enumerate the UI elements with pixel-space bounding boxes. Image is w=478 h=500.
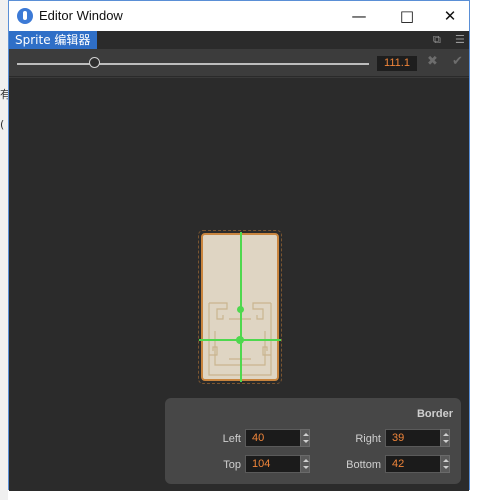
border-left-input[interactable]: 40 <box>245 429 301 447</box>
border-panel: Border Left 40 Right 39 Top 104 Bottom 4… <box>165 398 461 484</box>
border-right-label: Right <box>355 433 381 445</box>
tab-bar: Sprite 编辑器 ⧉ ☰ <box>9 31 469 49</box>
maximize-icon[interactable]: □ <box>385 1 429 31</box>
zoom-toolbar: 111.1 ✖ ✔ <box>9 49 469 77</box>
border-top-label: Top <box>223 459 241 471</box>
menu-icon[interactable]: ☰ <box>455 33 465 46</box>
pivot-handle[interactable] <box>236 336 244 344</box>
sprite-canvas[interactable]: Border Left 40 Right 39 Top 104 Bottom 4… <box>9 78 469 491</box>
border-left-label: Left <box>222 433 241 445</box>
border-right-stepper[interactable] <box>440 429 450 447</box>
border-title: Border <box>416 408 453 420</box>
background-text: ( <box>0 118 5 131</box>
popout-icon[interactable]: ⧉ <box>433 33 441 47</box>
x-icon[interactable]: ✖ <box>427 54 438 69</box>
border-left-stepper[interactable] <box>300 429 310 447</box>
close-icon[interactable]: ✕ <box>428 1 472 31</box>
border-bottom-label: Bottom <box>346 459 381 471</box>
window-title: Editor Window <box>39 8 123 23</box>
border-bottom-stepper[interactable] <box>440 455 450 473</box>
minimize-icon[interactable]: — <box>337 1 381 31</box>
app-icon <box>17 8 33 24</box>
title-bar[interactable]: Editor Window — □ ✕ <box>9 1 469 31</box>
zoom-slider-handle[interactable] <box>88 57 100 68</box>
tab-sprite-editor[interactable]: Sprite 编辑器 <box>9 31 97 49</box>
zoom-slider-track[interactable] <box>17 63 369 65</box>
border-top-stepper[interactable] <box>300 455 310 473</box>
border-top-input[interactable]: 104 <box>245 455 301 473</box>
border-bottom-input[interactable]: 42 <box>385 455 441 473</box>
check-icon[interactable]: ✔ <box>452 54 463 69</box>
background-app-edge <box>0 0 8 500</box>
pivot-handle-upper[interactable] <box>237 306 244 313</box>
editor-window: Editor Window — □ ✕ Sprite 编辑器 ⧉ ☰ 111.1… <box>8 0 470 491</box>
border-right-input[interactable]: 39 <box>385 429 441 447</box>
zoom-value-field[interactable]: 111.1 <box>377 56 417 71</box>
